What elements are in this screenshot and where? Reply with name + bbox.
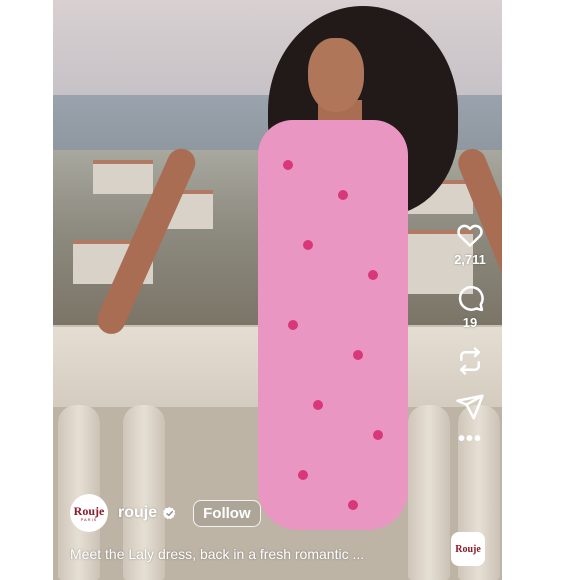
repost-button[interactable]	[455, 346, 485, 376]
flower-print	[303, 240, 313, 250]
flower-print	[288, 320, 298, 330]
house	[93, 160, 153, 194]
pink-floral-dress	[258, 120, 408, 530]
more-button[interactable]: •••	[458, 429, 482, 449]
audio-thumb-brand: Rouje	[455, 543, 481, 555]
reel-actions: 2,711 19 •••	[440, 220, 500, 460]
reel-video[interactable]	[53, 0, 502, 580]
flower-print	[373, 430, 383, 440]
caption[interactable]: Meet the Laly dress, back in a fresh rom…	[70, 546, 364, 562]
username[interactable]: rouje	[118, 504, 157, 522]
flower-print	[338, 190, 348, 200]
heart-icon	[457, 224, 483, 247]
avatar-sub: PARIS	[80, 516, 98, 522]
flower-print	[283, 160, 293, 170]
flower-print	[353, 350, 363, 360]
more-icon: •••	[457, 428, 482, 450]
verified-icon	[163, 506, 176, 519]
follow-button[interactable]: Follow	[193, 499, 261, 527]
share-icon	[456, 394, 484, 420]
model-face	[308, 38, 364, 112]
flower-print	[368, 270, 378, 280]
like-button[interactable]: 2,711	[454, 220, 486, 267]
author-row: Rouje PARIS rouje Follow	[70, 494, 261, 532]
share-button[interactable]	[455, 392, 485, 422]
avatar[interactable]: Rouje PARIS	[70, 494, 108, 532]
comments-count: 19	[462, 315, 478, 330]
likes-count: 2,711	[454, 252, 486, 267]
audio-thumbnail[interactable]: Rouje	[451, 532, 485, 566]
comment-button[interactable]: 19	[455, 283, 485, 330]
flower-print	[298, 470, 308, 480]
comment-icon	[458, 285, 484, 312]
flower-print	[313, 400, 323, 410]
repost-icon	[460, 347, 480, 375]
flower-print	[348, 500, 358, 510]
avatar-brand: Rouje	[73, 503, 105, 518]
